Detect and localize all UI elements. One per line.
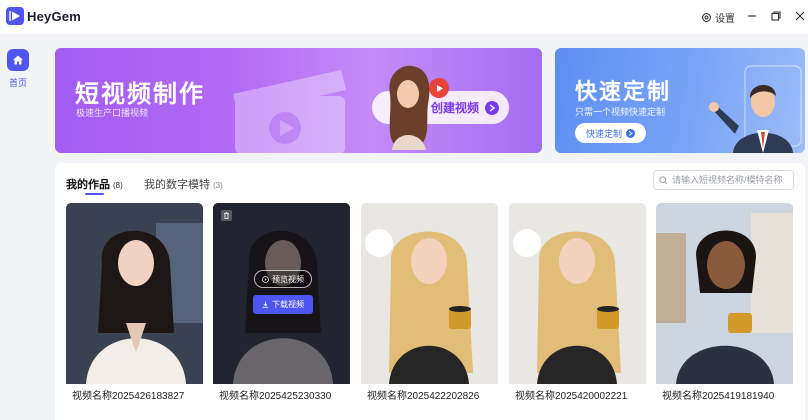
download-video-label: 下载视频 <box>272 300 304 309</box>
clapperboard-icon <box>233 70 346 153</box>
quick-custom-label: 快速定制 <box>585 128 622 139</box>
avatar-illustration <box>709 65 802 153</box>
sidebar-item-home[interactable] <box>7 49 29 71</box>
tab-my-works-count: (8) <box>113 181 123 190</box>
video-name: 视频名称2025419181940 <box>662 391 775 402</box>
tab-my-models[interactable]: 我的数字模特 (3) <box>144 176 223 192</box>
create-video-label: 创建视频 <box>430 101 479 115</box>
heygem-logo-icon <box>6 7 24 25</box>
works-panel: 我的作品(8) 我的数字模特(3) 视频名称2025426183827 <box>55 163 805 420</box>
play-icon <box>429 78 449 98</box>
video-name: 视频名称2025426183827 <box>72 391 185 402</box>
close-button[interactable] <box>793 9 807 23</box>
preview-video-button[interactable]: 预览视频 <box>254 270 312 288</box>
preview-video-label: 预览视频 <box>272 274 304 284</box>
download-video-button[interactable]: 下载视频 <box>253 295 313 314</box>
video-card[interactable]: 视频名称2025420002221 <box>509 203 646 413</box>
video-name: 视频名称2025420002221 <box>515 391 628 402</box>
arrow-right-icon <box>626 128 635 138</box>
avatar-illustration <box>389 65 430 150</box>
tab-my-models-count: (3) <box>213 181 223 190</box>
short-video-subtitle: 极速生产口播视频 <box>76 108 149 118</box>
sidebar-item-label: 首页 <box>8 78 27 88</box>
video-card[interactable]: 视频名称2025422202826 <box>361 203 498 413</box>
short-video-banner[interactable]: 短视频制作 极速生产口播视频 创建视频 <box>55 48 542 153</box>
sidebar: 首页 <box>0 34 44 420</box>
settings-button[interactable]: 设置 <box>701 9 735 25</box>
trash-icon <box>224 212 229 219</box>
video-name: 视频名称2025425230330 <box>219 391 332 402</box>
download-icon <box>262 301 269 308</box>
tab-my-works-label: 我的作品 <box>66 179 110 191</box>
maximize-button[interactable] <box>769 9 783 23</box>
search-box[interactable] <box>653 170 794 190</box>
minimize-icon <box>748 15 756 17</box>
active-tab-indicator <box>85 193 104 195</box>
search-input[interactable] <box>672 175 792 185</box>
search-icon <box>659 175 668 184</box>
quick-custom-button[interactable]: 快速定制 <box>575 123 646 143</box>
short-video-title: 短视频制作 <box>75 81 205 108</box>
title-bar: HeyGem 设置 <box>0 0 808 34</box>
video-thumbnail <box>361 203 498 384</box>
minimize-button[interactable] <box>745 9 759 23</box>
restore-icon <box>771 11 781 21</box>
home-icon <box>13 55 23 65</box>
tab-my-works[interactable]: 我的作品 (8) <box>66 176 123 192</box>
tab-my-models-label: 我的数字模特 <box>144 179 210 191</box>
settings-label: 设置 <box>715 13 735 25</box>
video-thumbnail <box>656 203 793 384</box>
arrow-right-icon <box>485 100 499 115</box>
gear-icon <box>702 12 711 22</box>
video-card[interactable]: 视频名称2025426183827 <box>66 203 203 413</box>
video-thumbnail <box>509 203 646 384</box>
quick-custom-title: 快速定制 <box>575 79 672 104</box>
quick-custom-subtitle: 只需一个视频快速定制 <box>575 107 666 117</box>
video-thumbnail <box>66 203 203 384</box>
app-title: HeyGem <box>27 9 81 24</box>
play-circle-icon <box>262 275 269 283</box>
quick-custom-banner[interactable]: 快速定制 只需一个视频快速定制 快速定制 <box>555 48 805 153</box>
video-card[interactable]: 视频名称2025419181940 <box>656 203 793 413</box>
video-card[interactable]: 预览视频 下载视频 视频名称2025425230330 <box>213 203 350 413</box>
close-icon <box>795 11 805 21</box>
hover-overlay <box>213 203 350 384</box>
delete-button[interactable] <box>221 210 232 221</box>
video-name: 视频名称2025422202826 <box>367 391 480 402</box>
